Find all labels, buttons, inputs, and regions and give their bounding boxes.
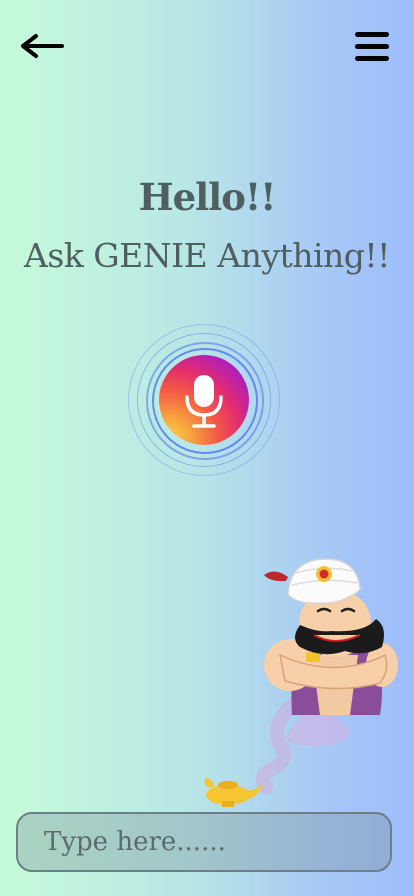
arrow-left-icon	[21, 34, 64, 58]
hamburger-menu-icon	[355, 32, 389, 61]
genie-illustration	[200, 555, 414, 815]
message-input[interactable]	[18, 814, 390, 870]
voice-input-area	[124, 320, 284, 480]
top-bar	[0, 0, 414, 90]
microphone-button[interactable]	[159, 355, 249, 445]
microphone-icon	[185, 375, 223, 428]
menu-button[interactable]	[354, 30, 390, 64]
message-input-container	[16, 812, 392, 872]
greeting-subtitle: Ask GENIE Anything!!	[24, 236, 390, 275]
back-button[interactable]	[18, 30, 66, 62]
greeting-title: Hello!!	[138, 175, 277, 219]
